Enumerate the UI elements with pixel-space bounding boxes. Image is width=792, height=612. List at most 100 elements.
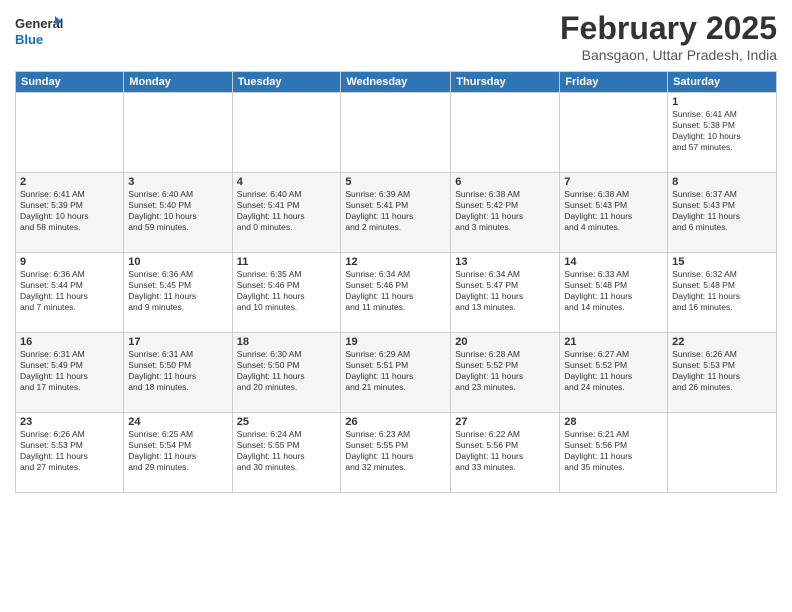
col-saturday: Saturday xyxy=(668,72,777,93)
day-info: Sunrise: 6:39 AM Sunset: 5:41 PM Dayligh… xyxy=(345,189,446,233)
calendar-cell: 24Sunrise: 6:25 AM Sunset: 5:54 PM Dayli… xyxy=(124,413,232,493)
day-info: Sunrise: 6:28 AM Sunset: 5:52 PM Dayligh… xyxy=(455,349,555,393)
day-number: 28 xyxy=(564,416,663,428)
day-info: Sunrise: 6:26 AM Sunset: 5:53 PM Dayligh… xyxy=(672,349,772,393)
calendar-cell: 1Sunrise: 6:41 AM Sunset: 5:38 PM Daylig… xyxy=(668,93,777,173)
day-info: Sunrise: 6:29 AM Sunset: 5:51 PM Dayligh… xyxy=(345,349,446,393)
calendar-cell: 8Sunrise: 6:37 AM Sunset: 5:43 PM Daylig… xyxy=(668,173,777,253)
day-number: 21 xyxy=(564,336,663,348)
day-number: 1 xyxy=(672,96,772,108)
day-info: Sunrise: 6:37 AM Sunset: 5:43 PM Dayligh… xyxy=(672,189,772,233)
day-info: Sunrise: 6:40 AM Sunset: 5:40 PM Dayligh… xyxy=(128,189,227,233)
day-number: 4 xyxy=(237,176,337,188)
calendar-cell: 25Sunrise: 6:24 AM Sunset: 5:55 PM Dayli… xyxy=(232,413,341,493)
day-number: 25 xyxy=(237,416,337,428)
calendar-cell xyxy=(668,413,777,493)
days-of-week-row: Sunday Monday Tuesday Wednesday Thursday… xyxy=(16,72,777,93)
calendar-cell: 15Sunrise: 6:32 AM Sunset: 5:48 PM Dayli… xyxy=(668,253,777,333)
day-info: Sunrise: 6:32 AM Sunset: 5:48 PM Dayligh… xyxy=(672,269,772,313)
logo: GeneralBlue xyxy=(15,10,65,50)
day-number: 2 xyxy=(20,176,119,188)
day-number: 24 xyxy=(128,416,227,428)
page: GeneralBlue February 2025 Bansgaon, Utta… xyxy=(0,0,792,612)
day-info: Sunrise: 6:31 AM Sunset: 5:50 PM Dayligh… xyxy=(128,349,227,393)
col-monday: Monday xyxy=(124,72,232,93)
calendar-week-row: 2Sunrise: 6:41 AM Sunset: 5:39 PM Daylig… xyxy=(16,173,777,253)
col-thursday: Thursday xyxy=(451,72,560,93)
day-number: 18 xyxy=(237,336,337,348)
calendar-cell: 16Sunrise: 6:31 AM Sunset: 5:49 PM Dayli… xyxy=(16,333,124,413)
day-number: 27 xyxy=(455,416,555,428)
day-number: 17 xyxy=(128,336,227,348)
day-info: Sunrise: 6:25 AM Sunset: 5:54 PM Dayligh… xyxy=(128,429,227,473)
day-number: 10 xyxy=(128,256,227,268)
calendar-cell: 23Sunrise: 6:26 AM Sunset: 5:53 PM Dayli… xyxy=(16,413,124,493)
calendar-week-row: 9Sunrise: 6:36 AM Sunset: 5:44 PM Daylig… xyxy=(16,253,777,333)
day-info: Sunrise: 6:21 AM Sunset: 5:56 PM Dayligh… xyxy=(564,429,663,473)
day-number: 14 xyxy=(564,256,663,268)
day-number: 16 xyxy=(20,336,119,348)
calendar-cell: 7Sunrise: 6:38 AM Sunset: 5:43 PM Daylig… xyxy=(560,173,668,253)
calendar-cell: 6Sunrise: 6:38 AM Sunset: 5:42 PM Daylig… xyxy=(451,173,560,253)
col-wednesday: Wednesday xyxy=(341,72,451,93)
day-info: Sunrise: 6:34 AM Sunset: 5:47 PM Dayligh… xyxy=(455,269,555,313)
calendar-cell: 13Sunrise: 6:34 AM Sunset: 5:47 PM Dayli… xyxy=(451,253,560,333)
day-number: 13 xyxy=(455,256,555,268)
calendar-cell xyxy=(124,93,232,173)
calendar-cell xyxy=(560,93,668,173)
day-number: 5 xyxy=(345,176,446,188)
title-block: February 2025 Bansgaon, Uttar Pradesh, I… xyxy=(560,10,777,63)
day-info: Sunrise: 6:30 AM Sunset: 5:50 PM Dayligh… xyxy=(237,349,337,393)
day-info: Sunrise: 6:27 AM Sunset: 5:52 PM Dayligh… xyxy=(564,349,663,393)
calendar-cell xyxy=(16,93,124,173)
day-number: 3 xyxy=(128,176,227,188)
svg-text:Blue: Blue xyxy=(15,32,43,47)
day-number: 15 xyxy=(672,256,772,268)
calendar-cell: 28Sunrise: 6:21 AM Sunset: 5:56 PM Dayli… xyxy=(560,413,668,493)
col-sunday: Sunday xyxy=(16,72,124,93)
calendar-cell: 17Sunrise: 6:31 AM Sunset: 5:50 PM Dayli… xyxy=(124,333,232,413)
calendar-cell xyxy=(232,93,341,173)
calendar-cell: 26Sunrise: 6:23 AM Sunset: 5:55 PM Dayli… xyxy=(341,413,451,493)
calendar-cell: 3Sunrise: 6:40 AM Sunset: 5:40 PM Daylig… xyxy=(124,173,232,253)
day-number: 26 xyxy=(345,416,446,428)
calendar-cell: 27Sunrise: 6:22 AM Sunset: 5:56 PM Dayli… xyxy=(451,413,560,493)
col-friday: Friday xyxy=(560,72,668,93)
day-number: 12 xyxy=(345,256,446,268)
day-info: Sunrise: 6:41 AM Sunset: 5:38 PM Dayligh… xyxy=(672,109,772,153)
calendar-cell: 9Sunrise: 6:36 AM Sunset: 5:44 PM Daylig… xyxy=(16,253,124,333)
day-number: 19 xyxy=(345,336,446,348)
calendar-cell xyxy=(451,93,560,173)
month-title: February 2025 xyxy=(560,10,777,47)
calendar-cell: 5Sunrise: 6:39 AM Sunset: 5:41 PM Daylig… xyxy=(341,173,451,253)
calendar-week-row: 16Sunrise: 6:31 AM Sunset: 5:49 PM Dayli… xyxy=(16,333,777,413)
day-info: Sunrise: 6:35 AM Sunset: 5:46 PM Dayligh… xyxy=(237,269,337,313)
day-number: 11 xyxy=(237,256,337,268)
calendar-cell xyxy=(341,93,451,173)
day-info: Sunrise: 6:31 AM Sunset: 5:49 PM Dayligh… xyxy=(20,349,119,393)
calendar-cell: 20Sunrise: 6:28 AM Sunset: 5:52 PM Dayli… xyxy=(451,333,560,413)
calendar-cell: 11Sunrise: 6:35 AM Sunset: 5:46 PM Dayli… xyxy=(232,253,341,333)
location: Bansgaon, Uttar Pradesh, India xyxy=(560,47,777,63)
calendar-cell: 19Sunrise: 6:29 AM Sunset: 5:51 PM Dayli… xyxy=(341,333,451,413)
day-info: Sunrise: 6:36 AM Sunset: 5:44 PM Dayligh… xyxy=(20,269,119,313)
day-info: Sunrise: 6:40 AM Sunset: 5:41 PM Dayligh… xyxy=(237,189,337,233)
day-info: Sunrise: 6:22 AM Sunset: 5:56 PM Dayligh… xyxy=(455,429,555,473)
logo-icon: GeneralBlue xyxy=(15,10,65,50)
day-info: Sunrise: 6:36 AM Sunset: 5:45 PM Dayligh… xyxy=(128,269,227,313)
calendar-header: Sunday Monday Tuesday Wednesday Thursday… xyxy=(16,72,777,93)
calendar-cell: 18Sunrise: 6:30 AM Sunset: 5:50 PM Dayli… xyxy=(232,333,341,413)
calendar-cell: 12Sunrise: 6:34 AM Sunset: 5:46 PM Dayli… xyxy=(341,253,451,333)
day-info: Sunrise: 6:24 AM Sunset: 5:55 PM Dayligh… xyxy=(237,429,337,473)
day-info: Sunrise: 6:38 AM Sunset: 5:42 PM Dayligh… xyxy=(455,189,555,233)
day-info: Sunrise: 6:41 AM Sunset: 5:39 PM Dayligh… xyxy=(20,189,119,233)
day-info: Sunrise: 6:26 AM Sunset: 5:53 PM Dayligh… xyxy=(20,429,119,473)
calendar-cell: 10Sunrise: 6:36 AM Sunset: 5:45 PM Dayli… xyxy=(124,253,232,333)
day-number: 7 xyxy=(564,176,663,188)
day-number: 6 xyxy=(455,176,555,188)
calendar-table: Sunday Monday Tuesday Wednesday Thursday… xyxy=(15,71,777,493)
day-info: Sunrise: 6:34 AM Sunset: 5:46 PM Dayligh… xyxy=(345,269,446,313)
day-number: 8 xyxy=(672,176,772,188)
col-tuesday: Tuesday xyxy=(232,72,341,93)
day-info: Sunrise: 6:23 AM Sunset: 5:55 PM Dayligh… xyxy=(345,429,446,473)
